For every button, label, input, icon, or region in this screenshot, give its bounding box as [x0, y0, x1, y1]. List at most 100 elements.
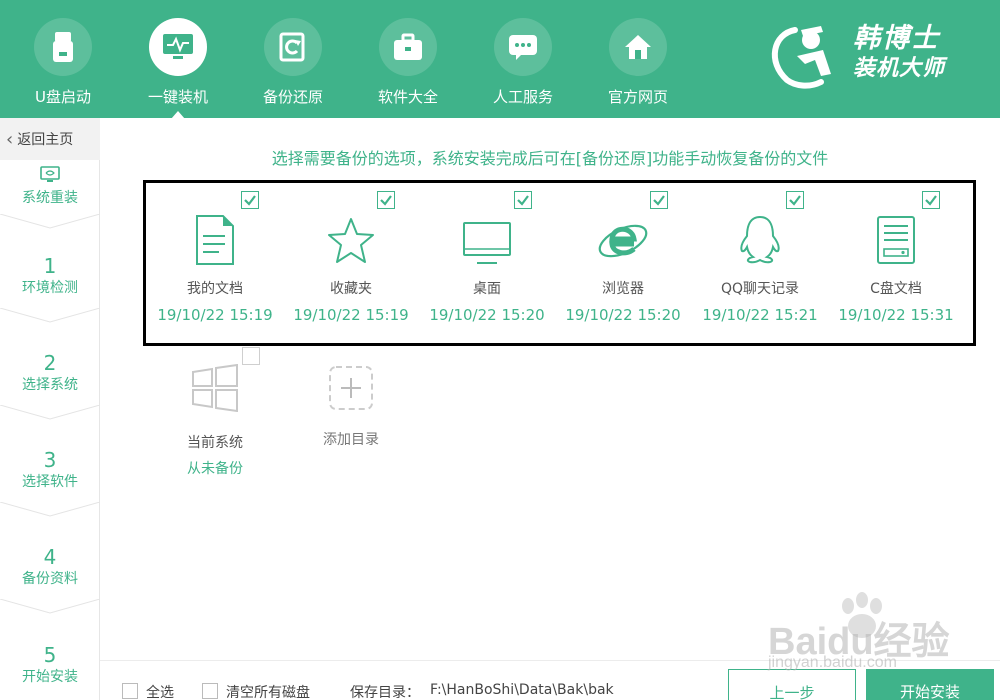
- document-icon: [196, 215, 234, 265]
- check-icon: [517, 195, 529, 206]
- save-dir-label: 保存目录：: [350, 685, 420, 700]
- nav-one-click-install[interactable]: 一键装机: [128, 18, 228, 119]
- backup-item-browser[interactable]: 浏览器 19/10/22 15:20: [558, 204, 688, 324]
- step-number: 4: [43, 545, 57, 569]
- item-time: 19/10/22 15:21: [702, 306, 818, 324]
- app-header: U盘启动 一键装机 备份还原 软件大全 人工服务 官方网页 韩博士 装机大师: [0, 0, 1000, 119]
- step-number: 5: [43, 643, 57, 667]
- brand-logo: 韩博士 装机大师: [765, 18, 975, 98]
- item-name: 浏览器: [602, 281, 644, 297]
- item-time: 19/10/22 15:19: [293, 306, 409, 324]
- step-label: 备份资料: [22, 571, 78, 587]
- chat-bubble-icon: [509, 35, 537, 60]
- nav-human-service[interactable]: 人工服务: [473, 18, 573, 110]
- add-directory-button[interactable]: 添加目录: [286, 363, 416, 449]
- logo-subtitle: 装机大师: [853, 56, 946, 81]
- step-sidebar: ‹ 返回主页 系统重装 1 环境检测 2 选择系统 3 选择软件 4 备份资料 …: [0, 118, 100, 700]
- home-icon: [625, 35, 651, 59]
- item-name: 我的文档: [187, 281, 243, 297]
- nav-software[interactable]: 软件大全: [358, 18, 458, 110]
- step-divider: [0, 214, 100, 229]
- sidebar-reinstall: 系统重装: [0, 166, 100, 208]
- star-icon: [328, 218, 374, 263]
- item-checkbox-favorites[interactable]: [377, 191, 395, 209]
- item-checkbox-current-system[interactable]: [242, 347, 260, 365]
- sidebar-reinstall-label: 系统重装: [22, 190, 78, 206]
- item-checkbox-browser[interactable]: [650, 191, 668, 209]
- sidebar-step-5: 5 开始安装: [0, 643, 100, 687]
- select-all-label: 全选: [146, 685, 174, 700]
- logo-figure-icon: [771, 26, 831, 89]
- monitor-icon: [40, 166, 60, 182]
- nav-label: U盘启动: [35, 88, 91, 106]
- nav-usb-boot[interactable]: U盘启动: [13, 18, 113, 110]
- check-icon: [653, 195, 665, 206]
- select-all-checkbox[interactable]: [122, 683, 138, 699]
- item-checkbox-qq-chat[interactable]: [786, 191, 804, 209]
- item-name: QQ聊天记录: [720, 281, 800, 297]
- back-home-button[interactable]: ‹ 返回主页: [0, 118, 100, 160]
- backup-item-favorites[interactable]: 收藏夹 19/10/22 15:19: [286, 204, 416, 324]
- item-name: 收藏夹: [330, 281, 372, 297]
- step-label: 环境检测: [22, 280, 78, 296]
- step-number: 1: [43, 254, 57, 278]
- backup-instruction: 选择需要备份的选项，系统安装完成后可在[备份还原]功能手动恢复备份的文件: [271, 149, 829, 168]
- nav-label: 官方网页: [607, 88, 668, 106]
- item-checkbox-my-documents[interactable]: [241, 191, 259, 209]
- sidebar-step-1: 1 环境检测: [0, 254, 100, 298]
- step-divider: [0, 405, 100, 420]
- check-icon: [789, 195, 801, 206]
- desktop-icon: [463, 222, 511, 264]
- item-time: 19/10/22 15:19: [157, 306, 273, 324]
- ie-browser-icon: [598, 224, 648, 258]
- drive-document-icon: [877, 216, 915, 264]
- item-time: 19/10/22 15:20: [429, 306, 545, 324]
- watermark-url: jingyan.baidu.com: [768, 654, 897, 671]
- backup-item-desktop[interactable]: 桌面 19/10/22 15:20: [422, 204, 552, 324]
- backup-item-qq-chat[interactable]: QQ聊天记录 19/10/22 15:21: [695, 204, 825, 324]
- check-icon: [244, 195, 256, 206]
- back-home-label: 返回主页: [17, 132, 74, 148]
- clear-disks-checkbox[interactable]: [202, 683, 218, 699]
- step-divider: [0, 308, 100, 323]
- backup-item-c-drive-docs[interactable]: C盘文档 19/10/22 15:31: [831, 204, 961, 324]
- step-label: 选择系统: [22, 377, 78, 393]
- check-icon: [380, 195, 392, 206]
- item-time: 19/10/22 15:31: [838, 306, 954, 324]
- sidebar-step-3: 3 选择软件: [0, 448, 100, 492]
- add-icon: [329, 366, 373, 410]
- step-divider: [0, 599, 100, 614]
- item-name: C盘文档: [870, 281, 922, 297]
- backup-restore-icon: [279, 32, 305, 62]
- step-number: 2: [43, 351, 57, 375]
- step-divider: [0, 502, 100, 517]
- item-checkbox-c-drive-docs[interactable]: [922, 191, 940, 209]
- item-checkbox-desktop[interactable]: [514, 191, 532, 209]
- baidu-watermark: Baidu经验 jingyan.baidu.com: [762, 592, 962, 682]
- nav-label: 备份还原: [262, 88, 323, 106]
- nav-label: 人工服务: [492, 88, 553, 106]
- briefcase-icon: [394, 33, 422, 60]
- sidebar-step-2: 2 选择系统: [0, 351, 100, 395]
- item-time: 19/10/22 15:20: [565, 306, 681, 324]
- item-name: 桌面: [473, 281, 501, 297]
- qq-penguin-icon: [740, 215, 780, 264]
- step-label: 开始安装: [22, 669, 78, 685]
- item-name: 当前系统: [187, 435, 243, 451]
- clear-disks-label: 清空所有磁盘: [226, 685, 310, 700]
- step-label: 选择软件: [22, 474, 78, 490]
- windows-icon: [192, 364, 238, 412]
- nav-backup-restore[interactable]: 备份还原: [243, 18, 343, 110]
- nav-label: 软件大全: [377, 88, 438, 106]
- nav-official-site[interactable]: 官方网页: [588, 18, 688, 110]
- backup-item-my-documents[interactable]: 我的文档 19/10/22 15:19: [150, 204, 280, 324]
- logo-title: 韩博士: [853, 23, 940, 54]
- nav-label: 一键装机: [147, 88, 208, 106]
- sidebar-step-4: 4 备份资料: [0, 545, 100, 589]
- backup-item-current-system[interactable]: 当前系统 从未备份: [150, 360, 280, 478]
- save-dir-value[interactable]: F:\HanBoShi\Data\Bak\bak: [430, 682, 614, 698]
- item-name: 添加目录: [323, 432, 379, 448]
- chevron-left-icon: ‹: [6, 128, 14, 150]
- monitor-pulse-icon: [163, 34, 193, 59]
- usb-drive-icon: [53, 32, 73, 62]
